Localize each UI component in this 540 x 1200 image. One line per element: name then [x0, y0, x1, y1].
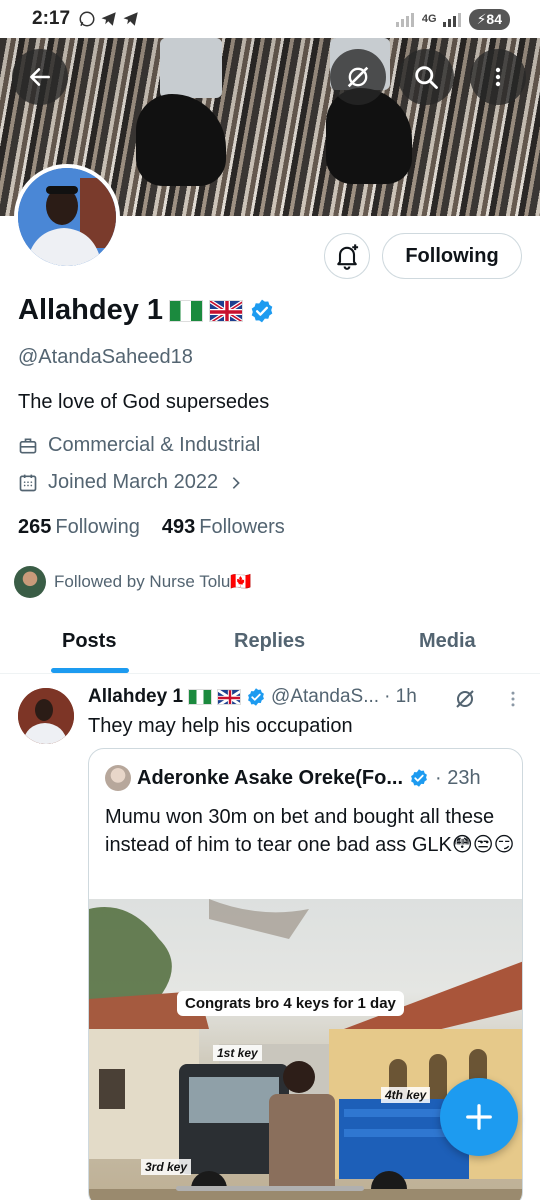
status-time: 2:17	[32, 8, 71, 29]
post-text: They may help his occupation	[88, 715, 353, 737]
photo-caption: Congrats bro 4 keys for 1 day	[177, 991, 404, 1016]
grok-icon[interactable]	[453, 687, 477, 711]
tab-replies[interactable]: Replies	[234, 630, 305, 653]
profile-stats: 265 Following 493 Followers	[18, 516, 285, 539]
following-count: 265	[18, 516, 52, 538]
quoted-post-photo[interactable]: Congrats bro 4 keys for 1 day 1st key 4t…	[89, 899, 522, 1200]
quoted-author-name: Aderonke Asake Oreke(Fo...	[137, 766, 404, 789]
battery-indicator: ⚡84	[468, 8, 510, 30]
battery-level: 84	[486, 10, 502, 27]
search-icon	[415, 66, 438, 89]
grok-icon	[347, 66, 369, 88]
tab-posts[interactable]: Posts	[62, 630, 116, 653]
back-button[interactable]	[12, 49, 68, 105]
telegram-icon-2	[123, 12, 138, 26]
profile-name: Allahdey 1	[18, 294, 164, 326]
photo-scene	[89, 899, 522, 1200]
network-type: 4G	[421, 13, 437, 25]
banner-pant-left	[160, 38, 222, 98]
followers-count: 493	[161, 516, 196, 538]
grok-button[interactable]	[330, 49, 386, 105]
telegram-icon	[101, 12, 116, 26]
photo-key-label-4: 4th key	[381, 1087, 431, 1103]
search-button[interactable]	[398, 49, 454, 105]
profile-category-row: Commercial & Industrial	[18, 434, 260, 457]
profile-bio: The love of God supersedes	[18, 391, 270, 413]
post-header: Allahdey 1 @AtandaS... · 1h	[88, 686, 417, 708]
signal-icon-2	[442, 13, 461, 27]
briefcase-icon	[19, 438, 37, 453]
avatar-image	[18, 168, 116, 266]
following-stat[interactable]: 265 Following	[18, 516, 140, 539]
profile-name-row: Allahdey 1	[18, 294, 275, 327]
post-author-handle: @AtandaS...	[271, 686, 380, 707]
photo-key-label-3: 3rd key	[141, 1159, 192, 1175]
verified-badge-icon	[248, 688, 264, 706]
notification-icons	[78, 10, 140, 28]
whatsapp-icon	[79, 11, 95, 27]
home-indicator[interactable]	[176, 1186, 364, 1191]
uk-flag-icon	[209, 299, 244, 322]
signal-icon	[395, 13, 414, 27]
nigeria-flag-icon	[169, 299, 204, 322]
tab-media[interactable]: Media	[419, 630, 476, 653]
photo-key-label-1: 1st key	[213, 1045, 262, 1061]
notifications-bell-button[interactable]	[324, 233, 370, 279]
quoted-post-header: Aderonke Asake Oreke(Fo... · 23h	[105, 765, 481, 791]
quoted-post-text: Mumu won 30m on bet and bought all these…	[105, 806, 515, 856]
calendar-icon	[19, 474, 37, 491]
verified-badge-icon	[411, 769, 427, 787]
post-time: · 1h	[384, 686, 417, 707]
post-author-name[interactable]: Allahdey 1	[88, 686, 183, 708]
quoted-author-avatar	[105, 765, 131, 791]
followed-by-text: Followed by Nurse Tolu🇨🇦	[54, 572, 252, 591]
active-tab-indicator	[51, 668, 129, 673]
followers-label: Followers	[199, 516, 285, 538]
more-button[interactable]	[470, 49, 526, 105]
plus-icon	[466, 1104, 492, 1130]
post-author-avatar[interactable]	[18, 688, 74, 744]
followers-stat[interactable]: 493 Followers	[162, 516, 285, 539]
uk-flag-icon	[217, 689, 242, 705]
profile-joined-row[interactable]: Joined March 2022	[18, 471, 244, 494]
chevron-right-icon	[232, 476, 240, 489]
follower-avatar	[14, 566, 46, 598]
profile-handle: @AtandaSaheed18	[18, 346, 193, 368]
followed-by-row[interactable]: Followed by Nurse Tolu🇨🇦	[14, 566, 252, 598]
profile-category: Commercial & Industrial	[48, 434, 261, 456]
following-label: Following	[55, 516, 140, 538]
profile-joined: Joined March 2022	[48, 471, 219, 493]
post-avatar-image	[18, 688, 74, 744]
nigeria-flag-icon	[188, 689, 213, 705]
more-vertical-icon	[495, 67, 501, 87]
compose-button[interactable]	[440, 1078, 518, 1156]
system-status: 4G ⚡84	[395, 8, 510, 30]
profile-avatar[interactable]	[14, 164, 120, 270]
following-button[interactable]: Following	[382, 233, 522, 279]
status-bar: 2:17 4G ⚡84	[0, 0, 540, 38]
bell-plus-icon	[337, 244, 359, 270]
profile-tabs: Posts Replies Media	[0, 614, 540, 674]
back-arrow-icon	[30, 68, 50, 86]
post-more-icon[interactable]	[503, 689, 523, 709]
verified-badge-icon[interactable]	[249, 298, 275, 324]
quoted-post-time: · 23h	[435, 766, 481, 789]
